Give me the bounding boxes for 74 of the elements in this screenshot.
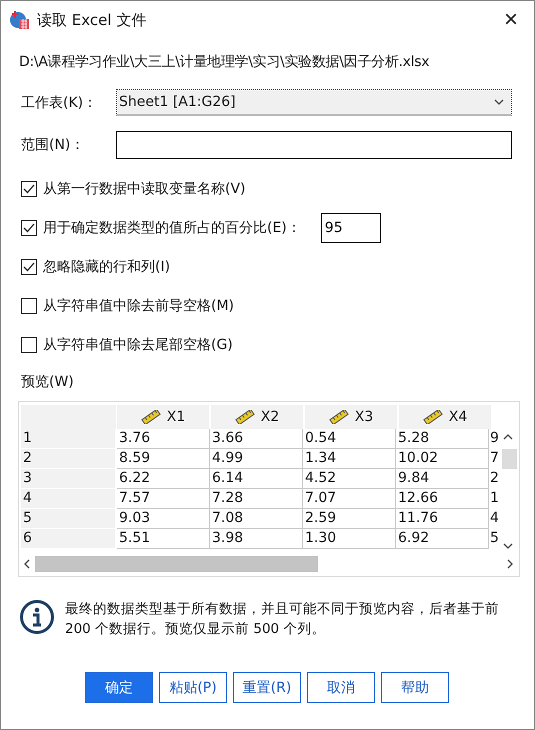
table-cell: 1.34 [303, 449, 396, 469]
checkbox-label: 用于确定数据类型的值所占的百分比(E)： [43, 219, 301, 237]
column-header[interactable]: X4 [399, 405, 491, 429]
table-cell: 9.84 [396, 469, 489, 489]
checkbox[interactable] [21, 259, 37, 275]
table-cell: 6.92 [396, 529, 489, 549]
row-number: 2 [21, 449, 115, 469]
close-button[interactable]: × [488, 1, 534, 39]
row-number: 3 [21, 469, 115, 489]
checkbox[interactable] [21, 337, 37, 353]
table-cell: 7.57 [117, 489, 210, 509]
table-cell: 5.51 [117, 529, 210, 549]
table-cell-text: 2 [489, 469, 499, 488]
range-field[interactable] [116, 131, 512, 159]
table-cell: 7.07 [303, 489, 396, 509]
table-cell-text: 7 [489, 449, 499, 468]
scroll-thumb[interactable] [35, 556, 318, 572]
checkbox[interactable] [21, 220, 37, 236]
worksheet-dropdown[interactable]: Sheet1 [A1:G26] [116, 89, 512, 116]
preview-label: 预览(W) [21, 373, 75, 391]
checkbox[interactable] [21, 298, 37, 314]
table-cell: 10.02 [396, 449, 489, 469]
table-cell-text: 1 [489, 489, 499, 508]
row-number: 5 [21, 509, 115, 529]
table-cell: 1.30 [303, 529, 396, 549]
info-icon [19, 599, 55, 635]
table-cell: 11.76 [396, 509, 489, 529]
table-cell: 3.66 [210, 429, 303, 449]
table-cell: 8.59 [117, 449, 210, 469]
dialog-button[interactable]: 帮助 [381, 672, 449, 703]
checkbox-label: 从字符串值中除去前导空格(M) [43, 297, 234, 315]
column-header[interactable]: X3 [305, 405, 397, 429]
dialog-button[interactable]: 重置(R) [233, 672, 301, 703]
checkbox-label: 从字符串值中除去尾部空格(G) [43, 336, 233, 354]
table-cell: 0.54 [303, 429, 396, 449]
table-cell: 7.08 [210, 509, 303, 529]
range-label: 范围(N)： [21, 136, 86, 154]
row-number: 1 [21, 429, 115, 449]
table-cell: 7.28 [210, 489, 303, 509]
table-cell-text: 5 [489, 529, 499, 548]
file-path: D:\A课程学习作业\大三上\计量地理学\实习\实验数据\因子分析.xlsx [19, 53, 430, 71]
table-cell: 2.59 [303, 509, 396, 529]
table-cell: 5.28 [396, 429, 489, 449]
column-header[interactable]: X1 [117, 405, 209, 429]
table-cell: 9.03 [117, 509, 210, 529]
table-cell: 12.66 [396, 489, 489, 509]
checkbox-label: 忽略隐藏的行和列(I) [43, 258, 170, 276]
table-cell-text: 4 [489, 509, 499, 528]
checkbox[interactable] [21, 181, 37, 197]
info-message: 最终的数据类型基于所有数据，并且可能不同于预览内容，后者基于前 200 个数据行。预览仅显示前 500 个列。 [65, 600, 500, 639]
row-number: 4 [21, 489, 115, 509]
spreadsheet-app-icon [10, 10, 30, 30]
table-cell: 3.76 [117, 429, 210, 449]
dialog-button[interactable]: 粘贴(P) [159, 672, 227, 703]
scroll-thumb[interactable] [502, 449, 517, 469]
row-number: 6 [21, 529, 115, 549]
table-cell: 4.52 [303, 469, 396, 489]
worksheet-label: 工作表(K)： [21, 94, 98, 112]
checkbox-label: 从第一行数据中读取变量名称(V) [43, 180, 246, 198]
window-title: 读取 Excel 文件 [37, 10, 148, 30]
dialog-button[interactable]: 确定 [85, 672, 153, 703]
table-cell: 6.22 [117, 469, 210, 489]
dialog-button[interactable]: 取消 [307, 672, 375, 703]
table-cell: 4.99 [210, 449, 303, 469]
ruler-icon [328, 410, 349, 424]
table-cell-text: 9 [489, 429, 499, 448]
ruler-icon [422, 410, 443, 424]
ruler-icon [140, 410, 161, 424]
column-header[interactable]: X2 [211, 405, 303, 429]
percent-field[interactable]: 95 [320, 213, 381, 243]
horizontal-scrollbar[interactable] [21, 555, 516, 573]
table-cell: 6.14 [210, 469, 303, 489]
ruler-icon [234, 410, 255, 424]
table-cell: 3.98 [210, 529, 303, 549]
